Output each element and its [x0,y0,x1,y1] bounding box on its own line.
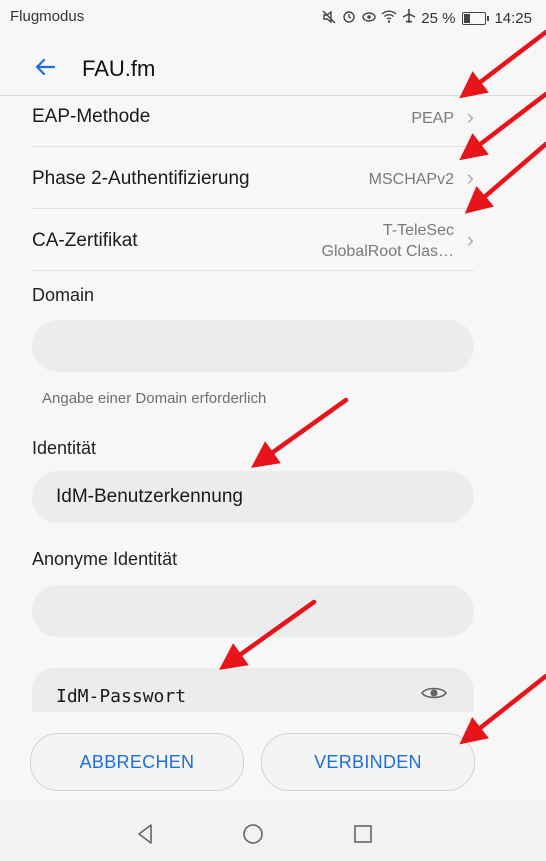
phase2-auth-value: MSCHAPv2 [368,171,454,188]
battery-percent: 25 % [421,9,456,27]
anonymous-identity-label: Anonyme Identität [32,549,178,569]
status-icons: 25 % 14:25 [321,8,532,28]
app-bar: FAU.fm [0,42,546,92]
chevron-right-icon: › [466,104,474,129]
wifi-icon [381,8,397,28]
phase2-auth-label: Phase 2-Authentifizierung [32,168,250,189]
annotation-arrow-phase2 [459,91,546,161]
ca-certificate-label: CA-Zertifikat [32,230,138,251]
identity-value: IdM-Benutzerkennung [56,486,243,507]
password-value: IdM-Passwort [56,686,187,707]
eye-comfort-icon [361,8,377,28]
identity-label: Identität [32,438,97,458]
alarm-icon [341,8,357,28]
nav-back-icon[interactable] [134,823,156,845]
eap-method-label: EAP-Methode [32,106,151,127]
mute-icon [321,9,337,28]
status-bar: Flugmodus 25 % 14:25 [0,0,546,34]
annotation-arrow-ca [464,141,546,214]
password-field[interactable]: IdM-Passwort [32,668,474,712]
page-title: FAU.fm [82,56,156,81]
domain-label: Domain [32,285,95,305]
ca-certificate-value-line1: T-TeleSec [382,222,454,239]
back-arrow-icon[interactable] [28,50,62,84]
clock: 14:25 [494,9,532,27]
chevron-right-icon: › [466,227,474,252]
anonymous-identity-field[interactable] [32,585,474,637]
chevron-right-icon: › [466,165,474,190]
domain-hint: Angabe einer Domain erforderlich [42,390,267,407]
identity-field[interactable]: IdM-Benutzerkennung [32,471,474,523]
nav-recents-icon[interactable] [352,823,374,845]
domain-field[interactable] [32,320,474,372]
airplane-mode-label: Flugmodus [10,8,85,25]
phase2-auth-row[interactable]: Phase 2-Authentifizierung MSCHAPv2 › [32,146,474,209]
annotation-arrow-identity [251,397,349,468]
navigation-bar [0,800,546,861]
airplane-icon [401,8,417,28]
annotation-arrow-connect [459,673,546,745]
cancel-button[interactable]: ABBRECHEN [30,733,244,791]
ca-certificate-value-line2: GlobalRoot Clas… [321,243,455,260]
battery-icon [462,11,490,25]
ca-certificate-row[interactable]: CA-Zertifikat T-TeleSec GlobalRoot Clas…… [32,208,474,271]
eye-icon[interactable] [420,684,448,702]
ca-certificate-value: T-TeleSec GlobalRoot Clas… [322,220,455,262]
nav-home-icon[interactable] [242,823,264,845]
eap-method-value: PEAP [411,110,454,127]
eap-method-row[interactable]: EAP-Methode PEAP › [32,96,474,147]
connect-button[interactable]: VERBINDEN [261,733,475,791]
